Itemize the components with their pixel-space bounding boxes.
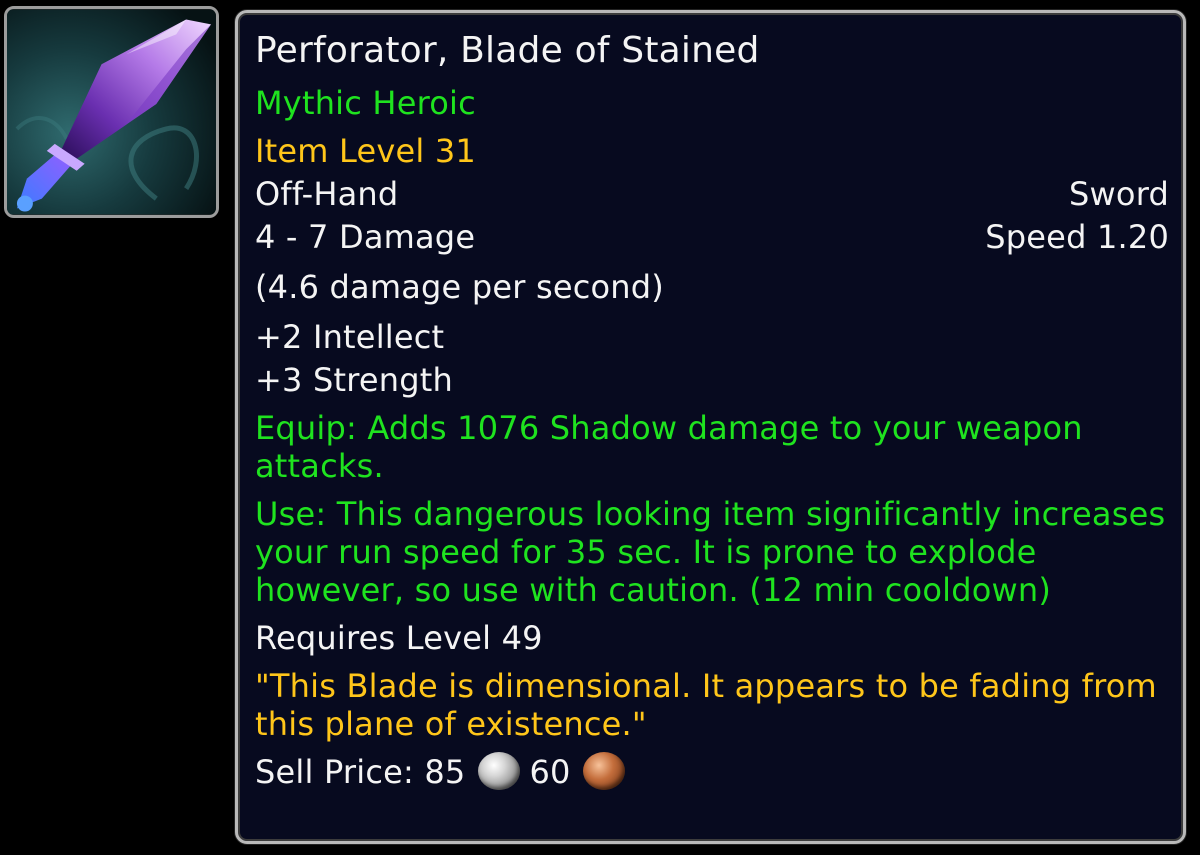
use-effect: Use: This dangerous looking item signifi… — [255, 495, 1166, 609]
item-name: Perforator, Blade of Stained — [255, 30, 760, 71]
flavor-text: "This Blade is dimensional. It appears t… — [255, 667, 1157, 743]
item-level: Item Level 31 — [255, 132, 476, 170]
item-difficulty: Mythic Heroic — [255, 84, 476, 122]
item-damage: 4 - 7 Damage — [255, 218, 476, 256]
item-dps: (4.6 damage per second) — [255, 268, 664, 306]
stat-line: +3 Strength — [255, 361, 453, 399]
item-slot: Off-Hand — [255, 175, 399, 213]
item-type: Sword — [1069, 175, 1169, 213]
required-level: Requires Level 49 — [255, 619, 543, 657]
sell-price: Sell Price: 85 60 — [255, 752, 1169, 793]
item-tooltip: Perforator, Blade of Stained Mythic Hero… — [235, 10, 1186, 844]
purple-crystal-blade-icon — [7, 9, 216, 215]
copper-coin-icon — [582, 752, 625, 790]
silver-amount: 85 — [424, 753, 466, 791]
stat-line: +2 Intellect — [255, 318, 445, 356]
equip-effect: Equip: Adds 1076 Shadow damage to your w… — [255, 409, 1083, 485]
item-speed: Speed 1.20 — [985, 218, 1169, 256]
silver-coin-icon — [477, 752, 520, 790]
slot-type-row: Off-Hand Sword — [255, 175, 1169, 213]
item-icon — [4, 6, 219, 218]
copper-amount: 60 — [529, 753, 571, 791]
sell-price-label: Sell Price: — [255, 753, 414, 791]
damage-speed-row: 4 - 7 Damage Speed 1.20 — [255, 218, 1169, 256]
